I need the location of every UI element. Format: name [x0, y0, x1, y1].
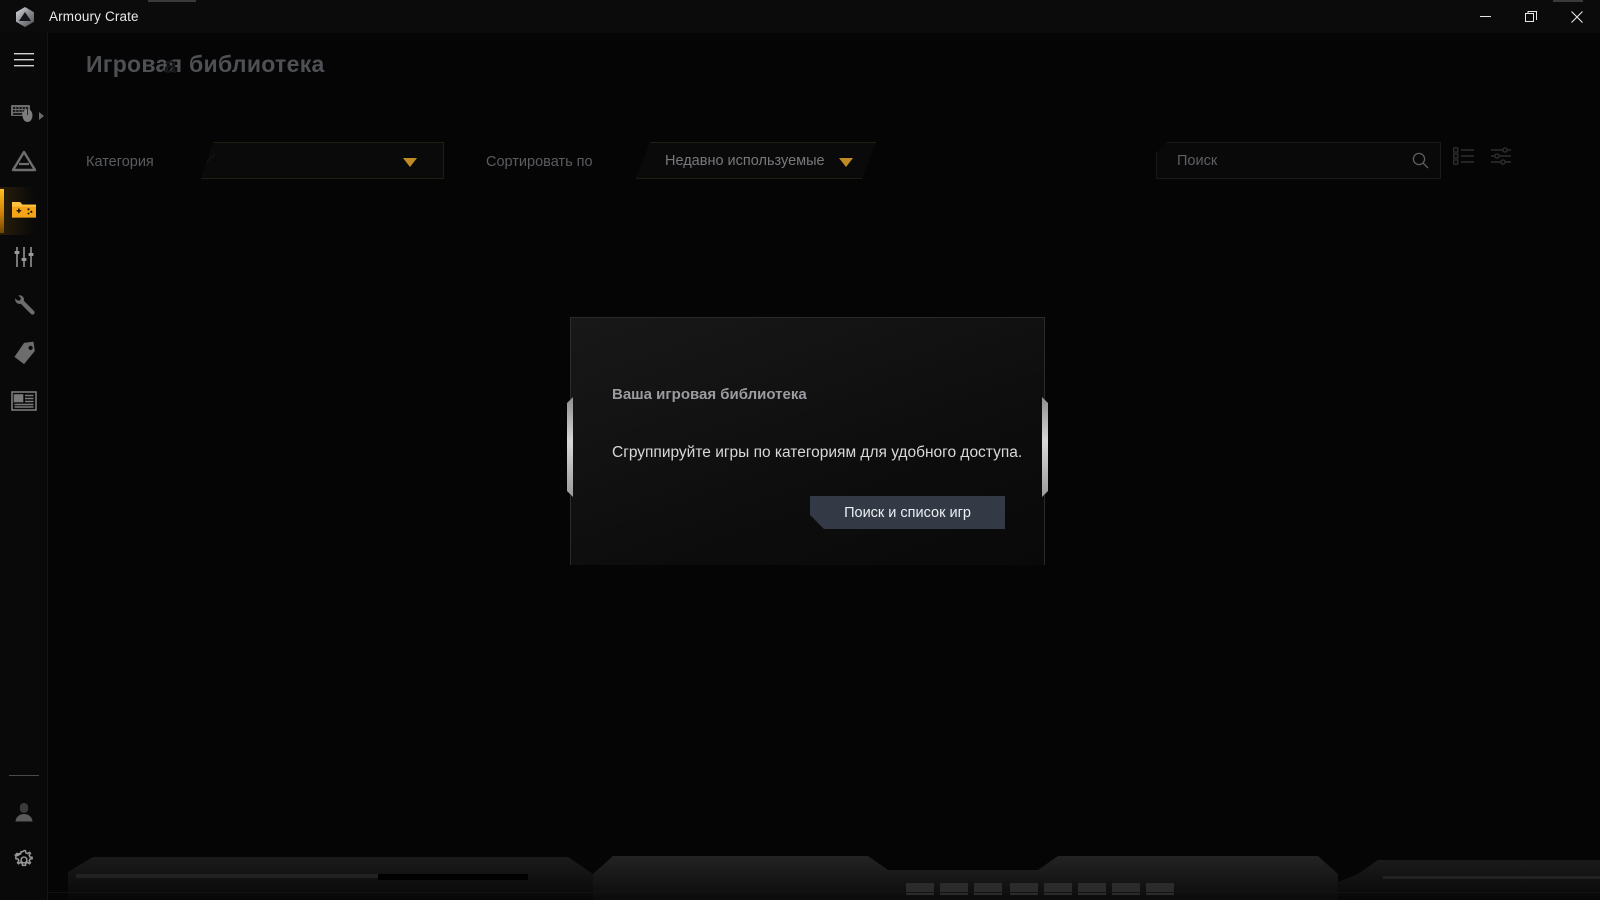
list-view-icon	[1452, 146, 1475, 170]
sidebar-item-tools[interactable]	[0, 283, 48, 331]
price-tag-icon	[11, 341, 37, 370]
library-info-dialog: Ваша игровая библиотека Сгруппируйте игр…	[570, 317, 1045, 565]
filter-bar: Категория Сортировать по Недавно использ…	[48, 138, 1600, 192]
wrench-icon	[12, 293, 36, 322]
chevron-down-icon	[403, 158, 417, 167]
chevron-down-icon	[839, 158, 853, 167]
aura-triangle-icon	[11, 149, 37, 178]
armoury-crate-window: Armoury Crate Игровая библиотека а Катег…	[0, 0, 1600, 900]
restore-button[interactable]	[1508, 0, 1554, 33]
sidebar-divider	[9, 775, 39, 776]
keyboard-mouse-icon	[10, 101, 38, 130]
user-icon	[13, 801, 35, 828]
window-controls	[1462, 0, 1600, 33]
sidebar-item-settings[interactable]	[0, 838, 48, 886]
sidebar-item-game-library[interactable]	[0, 187, 48, 235]
title-bar: Armoury Crate	[0, 0, 1600, 33]
title-bar-highlight	[148, 0, 196, 2]
sidebar-item-menu[interactable]	[0, 41, 48, 83]
dialog-accent-left	[567, 397, 573, 497]
filter-settings-toggle[interactable]	[1488, 146, 1514, 170]
window-title: Armoury Crate	[49, 9, 139, 24]
page-title-ghost: а	[164, 52, 178, 78]
sidebar-item-account[interactable]	[0, 790, 48, 838]
minimize-button[interactable]	[1462, 0, 1508, 33]
sidebar-item-lighting[interactable]	[0, 139, 48, 187]
armoury-crate-logo-icon	[10, 4, 40, 30]
dialog-title: Ваша игровая библиотека	[612, 386, 807, 403]
sort-dropdown[interactable]: Недавно используемые	[636, 142, 876, 179]
gear-icon	[13, 849, 35, 876]
search-icon[interactable]	[1412, 152, 1429, 174]
sort-value: Недавно используемые	[665, 152, 825, 169]
filter-sliders-icon	[1490, 146, 1512, 170]
page-title-text: Игровая библиотека	[86, 51, 325, 77]
search-placeholder: Поиск	[1177, 152, 1218, 169]
sidebar-navigation	[0, 33, 48, 900]
sliders-icon	[12, 245, 36, 274]
news-panel-icon	[11, 390, 37, 417]
sidebar-item-news[interactable]	[0, 379, 48, 427]
game-folder-icon	[11, 198, 37, 225]
page-title: Игровая библиотека а	[86, 51, 325, 78]
sidebar-item-scenarios[interactable]	[0, 235, 48, 283]
dialog-body-text: Сгруппируйте игры по категориям для удоб…	[612, 444, 1023, 461]
chevron-right-icon	[39, 112, 44, 120]
sort-label: Сортировать по	[486, 154, 593, 170]
category-label: Категория	[86, 154, 154, 170]
search-and-list-games-button[interactable]: Поиск и список игр	[810, 496, 1005, 529]
dialog-accent-right	[1042, 397, 1048, 497]
footer-decoration	[48, 852, 1600, 900]
list-view-toggle[interactable]	[1451, 146, 1477, 170]
search-box[interactable]: Поиск	[1156, 142, 1441, 179]
sidebar-bottom-group	[0, 775, 48, 886]
hamburger-icon	[14, 52, 34, 72]
close-button[interactable]	[1554, 0, 1600, 33]
category-dropdown[interactable]	[201, 142, 444, 179]
sidebar-item-deals[interactable]	[0, 331, 48, 379]
sidebar-item-devices[interactable]	[0, 91, 48, 139]
main-content: Игровая библиотека а Категория Сортирова…	[48, 33, 1600, 900]
